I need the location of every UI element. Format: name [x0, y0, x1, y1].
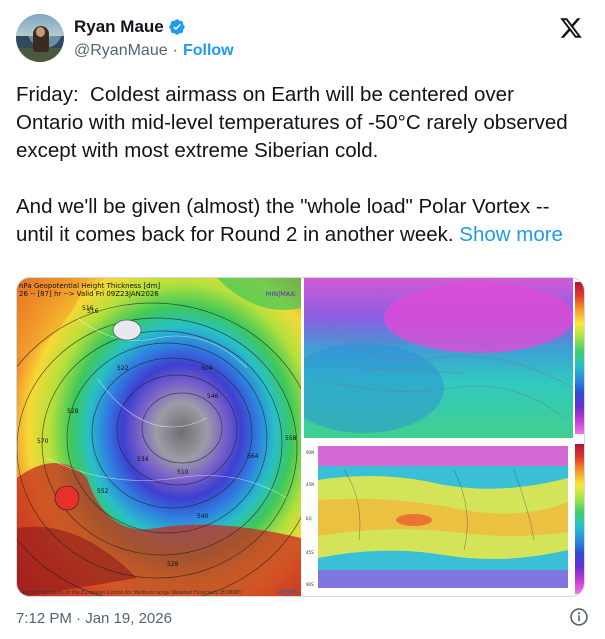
contour-label: 510 [177, 469, 189, 476]
thickness-map-credit: ata and products of the European Centre … [21, 590, 243, 596]
contour-label: 564 [247, 453, 259, 460]
author-display-name[interactable]: Ryan Maue [74, 17, 164, 37]
show-more-link[interactable]: Show more [459, 223, 563, 246]
contour-label: 558 [285, 435, 297, 442]
svg-text:45N: 45N [306, 482, 314, 487]
x-logo-icon[interactable] [559, 16, 583, 40]
contour-label: 504 [201, 365, 213, 372]
tweet-text: Friday: Coldest airmass on Earth will be… [16, 81, 584, 249]
contour-label: 528 [67, 408, 79, 415]
info-icon[interactable] [569, 607, 589, 627]
thickness-map-logo: weatf [277, 588, 297, 596]
separator-dot: · [172, 42, 178, 59]
temperature-map-graphic [304, 278, 573, 438]
contour-label: 552 [97, 488, 109, 495]
temperature-map-global[interactable]: 90N 45N EQ 45S 90S [304, 440, 573, 596]
tweet-body: Friday: Coldest airmass on Earth will be… [16, 83, 568, 246]
thickness-map-title: nPa Geopotential Height Thickness [dm] 2… [19, 282, 161, 298]
verified-badge-icon [169, 19, 185, 35]
contour-label: 540 [197, 513, 209, 520]
temperature-map-north-america[interactable] [304, 278, 573, 438]
author-handle[interactable]: @RyanMaue [74, 42, 168, 60]
thickness-map-minmax: MIN|MAX: [265, 290, 297, 298]
thickness-map[interactable]: 516 522 504 510 534 558 528 564 570 552 540 546 516 5… [17, 278, 301, 596]
follow-button[interactable]: Follow [183, 42, 234, 60]
colorbar-top [575, 282, 584, 434]
global-map-graphic: 90N 45N EQ 45S 90S [304, 440, 573, 596]
contour-label: 516 [82, 305, 94, 312]
contour-label: 570 [37, 438, 49, 445]
svg-text:90N: 90N [306, 450, 314, 455]
author-handle-row: @RyanMaue · Follow [74, 42, 234, 60]
contour-label: 528 [167, 561, 179, 568]
contour-label: 522 [117, 365, 129, 372]
svg-text:45S: 45S [306, 550, 314, 555]
colorbar-bottom [575, 444, 584, 594]
avatar[interactable] [16, 14, 64, 62]
contour-label: 546 [207, 393, 219, 400]
contour-label: 534 [137, 456, 149, 463]
timestamp-link[interactable]: 7:12 PM · Jan 19, 2026 [16, 610, 172, 627]
thickness-map-graphic: 516522 5045105345585285645705525405465165… [17, 278, 301, 596]
tweet-media[interactable]: 516 522 504 510 534 558 528 564 570 552 540 546 516 5… [16, 277, 585, 597]
svg-text:EQ: EQ [306, 516, 312, 521]
tweet-footer: 7:12 PM · Jan 19, 2026 [16, 607, 589, 631]
tweet-header: Ryan Maue @RyanMaue · Follow [16, 14, 589, 68]
svg-text:90S: 90S [306, 582, 314, 587]
author-name-row: Ryan Maue [74, 16, 186, 38]
